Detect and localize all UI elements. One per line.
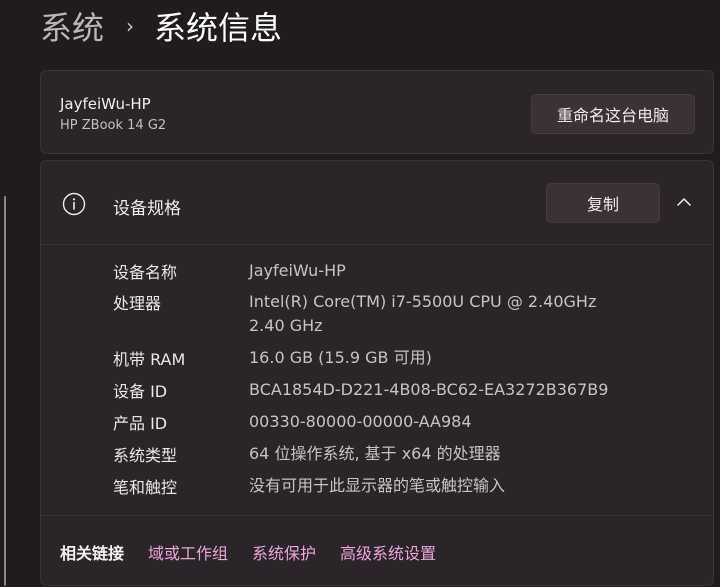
- spec-value: 没有可用于此显示器的笔或触控输入: [249, 476, 506, 495]
- info-icon: [62, 192, 86, 216]
- spec-value: BCA1854D-D221-4B08-BC62-EA3272B367B9: [249, 380, 609, 399]
- scrollbar[interactable]: [4, 196, 6, 586]
- spec-value: JayfeiWu-HP: [249, 261, 346, 280]
- spec-value: 64 位操作系统, 基于 x64 的处理器: [249, 444, 501, 463]
- spec-label: 产品 ID: [113, 414, 168, 433]
- link-advanced-system-settings[interactable]: 高级系统设置: [340, 540, 436, 564]
- page-title: 系统信息: [154, 9, 283, 47]
- link-system-protection[interactable]: 系统保护: [252, 540, 316, 564]
- spec-label: 机带 RAM: [113, 350, 186, 369]
- device-specs-title: 设备规格: [113, 199, 181, 219]
- device-card: JayfeiWu-HP HP ZBook 14 G2 重命名这台电脑: [40, 70, 714, 154]
- spec-label: 设备名称: [113, 263, 178, 282]
- device-name: JayfeiWu-HP: [60, 95, 151, 113]
- breadcrumb: 系统 › 系统信息: [40, 0, 282, 52]
- copy-button[interactable]: 复制: [546, 183, 660, 223]
- rename-pc-button[interactable]: 重命名这台电脑: [531, 94, 695, 134]
- device-model: HP ZBook 14 G2: [60, 118, 167, 133]
- breadcrumb-parent[interactable]: 系统: [40, 3, 104, 49]
- related-links-label: 相关链接: [60, 544, 125, 563]
- breadcrumb-separator-icon: ›: [126, 14, 135, 38]
- spec-value: Intel(R) Core(TM) i7-5500U CPU @ 2.40GHz…: [249, 292, 612, 335]
- spec-label: 处理器: [113, 294, 162, 313]
- related-links: 相关链接 域或工作组 系统保护 高级系统设置: [41, 515, 713, 587]
- device-specs-header[interactable]: 设备规格 复制: [41, 161, 713, 245]
- spec-label: 设备 ID: [113, 382, 168, 401]
- spec-value: 00330-80000-00000-AA984: [249, 412, 472, 431]
- spec-value: 16.0 GB (15.9 GB 可用): [249, 348, 432, 367]
- spec-label: 系统类型: [113, 446, 178, 465]
- device-specs-card: 设备规格 复制 设备名称 JayfeiWu-HP 处理器 Intel(R) Co…: [40, 160, 714, 586]
- chevron-up-icon[interactable]: [675, 193, 693, 211]
- link-domain-workgroup[interactable]: 域或工作组: [148, 540, 228, 564]
- spec-label: 笔和触控: [113, 478, 178, 497]
